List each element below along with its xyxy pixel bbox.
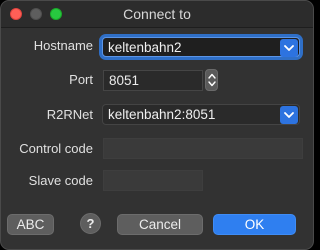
question-mark-icon: ? (86, 216, 95, 231)
hostname-dropdown-button[interactable] (280, 39, 298, 57)
ok-button[interactable]: OK (213, 214, 296, 235)
connect-dialog: Connect to Hostname keltenbahn2 Port R2R… (0, 0, 314, 250)
window-title: Connect to (123, 6, 191, 22)
control-code-input[interactable] (103, 138, 303, 159)
port-input[interactable] (103, 70, 203, 91)
slave-code-label: Slave code (28, 173, 93, 188)
help-button[interactable]: ? (80, 213, 101, 234)
port-label: Port (69, 72, 93, 87)
r2rnet-value: keltenbahn2:8051 (108, 107, 216, 122)
control-code-label: Control code (19, 141, 93, 156)
hostname-combobox[interactable]: keltenbahn2 (102, 37, 300, 57)
up-down-arrows-icon (208, 73, 216, 87)
chevron-down-icon (284, 45, 294, 51)
slave-code-input[interactable] (103, 170, 203, 191)
r2rnet-combobox[interactable]: keltenbahn2:8051 (102, 104, 300, 125)
r2rnet-label: R2RNet (46, 107, 93, 122)
title-bar: Connect to (1, 1, 313, 28)
cancel-button[interactable]: Cancel (117, 214, 203, 235)
hostname-label: Hostname (33, 38, 93, 53)
chevron-down-icon (284, 112, 294, 118)
abc-button[interactable]: ABC (7, 214, 54, 235)
port-stepper[interactable] (205, 69, 218, 91)
hostname-value: keltenbahn2 (108, 40, 182, 55)
r2rnet-dropdown-button[interactable] (280, 106, 298, 124)
